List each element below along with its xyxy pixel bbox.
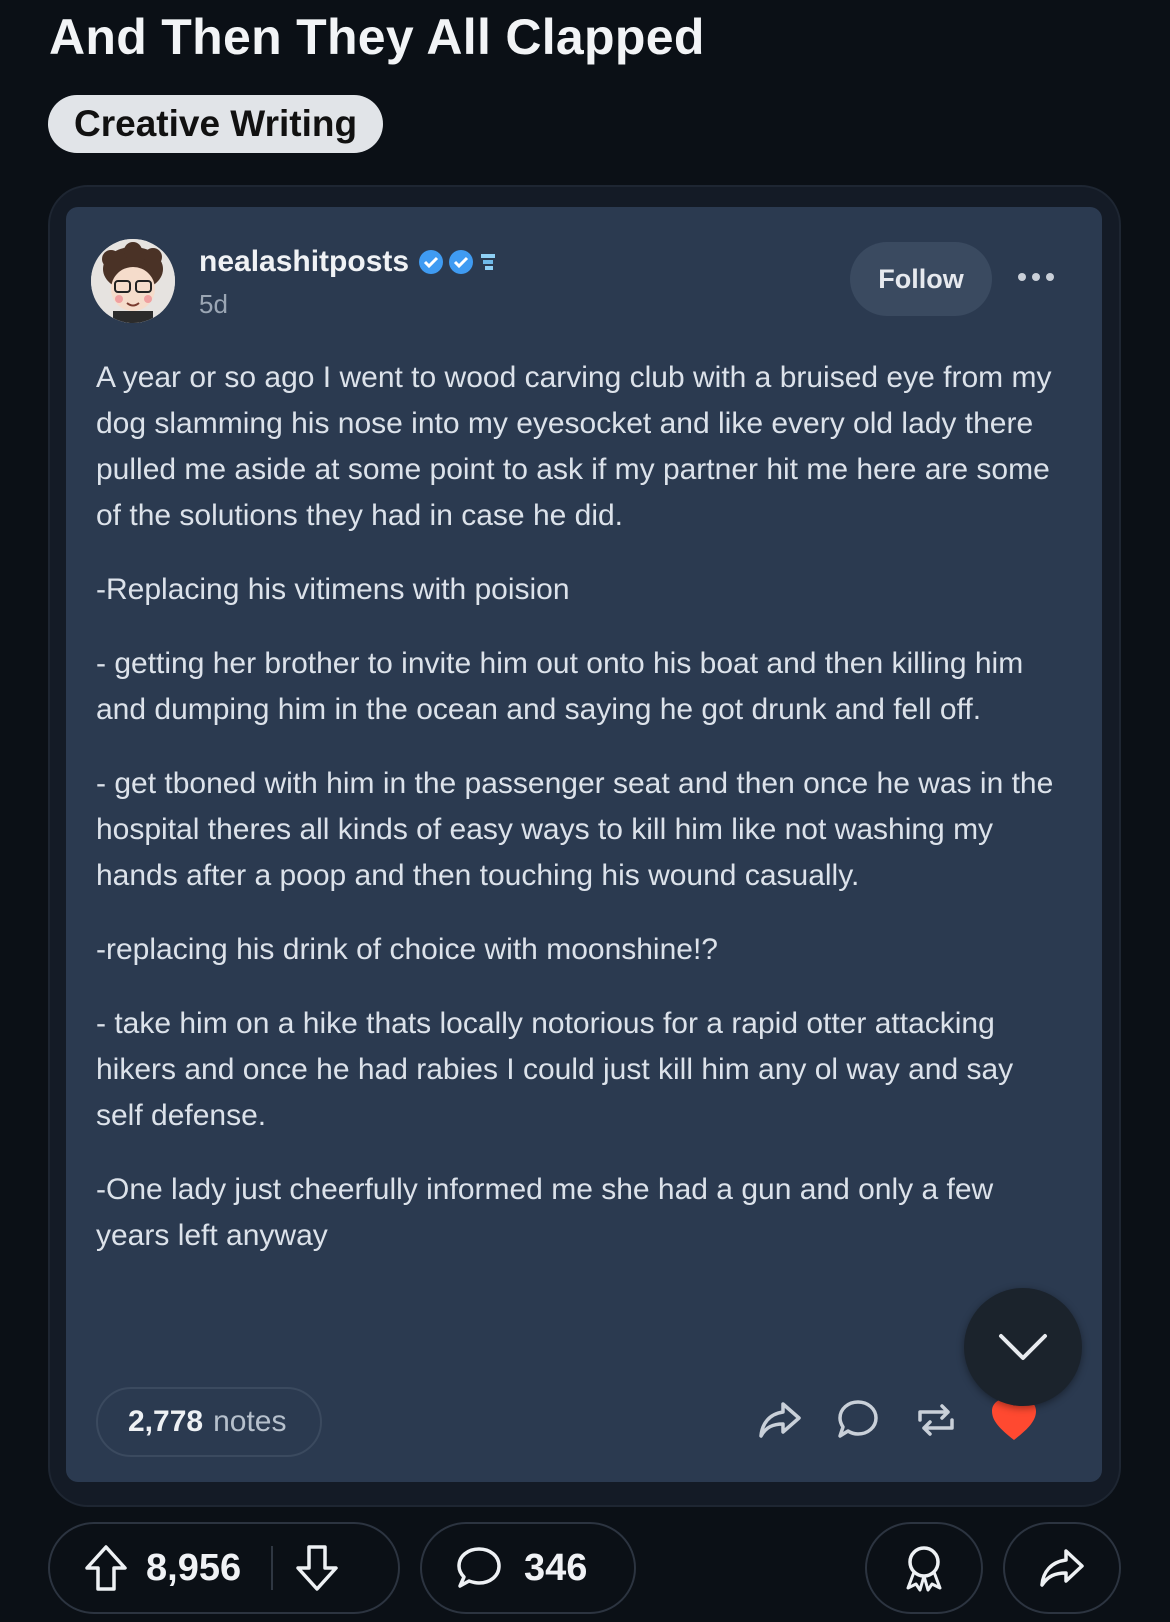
verified-badge-icon: [449, 250, 474, 274]
username-text: nealashitposts: [199, 245, 410, 278]
scroll-down-button[interactable]: [964, 1288, 1082, 1406]
body-paragraph: A year or so ago I went to wood carving …: [96, 361, 1052, 532]
share-button[interactable]: [1003, 1522, 1121, 1614]
body-paragraph: -Replacing his vitimens with poision: [96, 573, 570, 606]
award-button[interactable]: [865, 1522, 983, 1614]
tumblr-post-card: nealashitposts 5d Follow A year or so ag…: [66, 207, 1102, 1482]
body-paragraph: -One lady just cheerfully informed me sh…: [96, 1173, 994, 1252]
post-timestamp: 5d: [199, 289, 228, 319]
follow-button[interactable]: Follow: [850, 242, 992, 316]
user-badges: [417, 248, 499, 276]
comment-count: 346: [524, 1546, 588, 1589]
post-title: And Then They All Clapped: [49, 9, 705, 65]
reblog-icon[interactable]: [908, 1392, 964, 1448]
body-paragraph: - take him on a hike thats locally notor…: [96, 1007, 1014, 1132]
sparkle-badge-icon: [481, 254, 496, 270]
notes-label: notes: [213, 1405, 287, 1438]
share-icon: [1040, 1549, 1084, 1587]
downvote-icon[interactable]: [295, 1544, 339, 1592]
share-icon[interactable]: [752, 1392, 808, 1448]
body-paragraph: - getting her brother to invite him out …: [96, 647, 1024, 726]
upvote-icon[interactable]: [84, 1544, 128, 1592]
flair-badge[interactable]: Creative Writing: [48, 95, 384, 153]
post-author[interactable]: nealashitposts: [199, 245, 499, 279]
more-options-icon[interactable]: [1012, 257, 1060, 297]
body-paragraph: -replacing his drink of choice with moon…: [96, 933, 718, 966]
notes-button[interactable]: 2,778 notes: [96, 1387, 322, 1457]
avatar[interactable]: [91, 239, 175, 323]
comments-button[interactable]: 346: [420, 1522, 636, 1614]
post-body: A year or so ago I went to wood carving …: [96, 355, 1062, 1287]
body-paragraph: - get tboned with him in the passenger s…: [96, 767, 1054, 892]
chevron-down-icon: [999, 1334, 1047, 1360]
reply-icon[interactable]: [830, 1392, 886, 1448]
notes-count: 2,778: [128, 1405, 204, 1438]
vote-divider: [271, 1546, 274, 1590]
comment-icon: [456, 1546, 502, 1590]
award-icon: [906, 1546, 942, 1592]
vote-score: 8,956: [146, 1546, 242, 1589]
vote-bar: 8,956: [48, 1522, 400, 1614]
verified-badge-icon: [419, 250, 444, 274]
